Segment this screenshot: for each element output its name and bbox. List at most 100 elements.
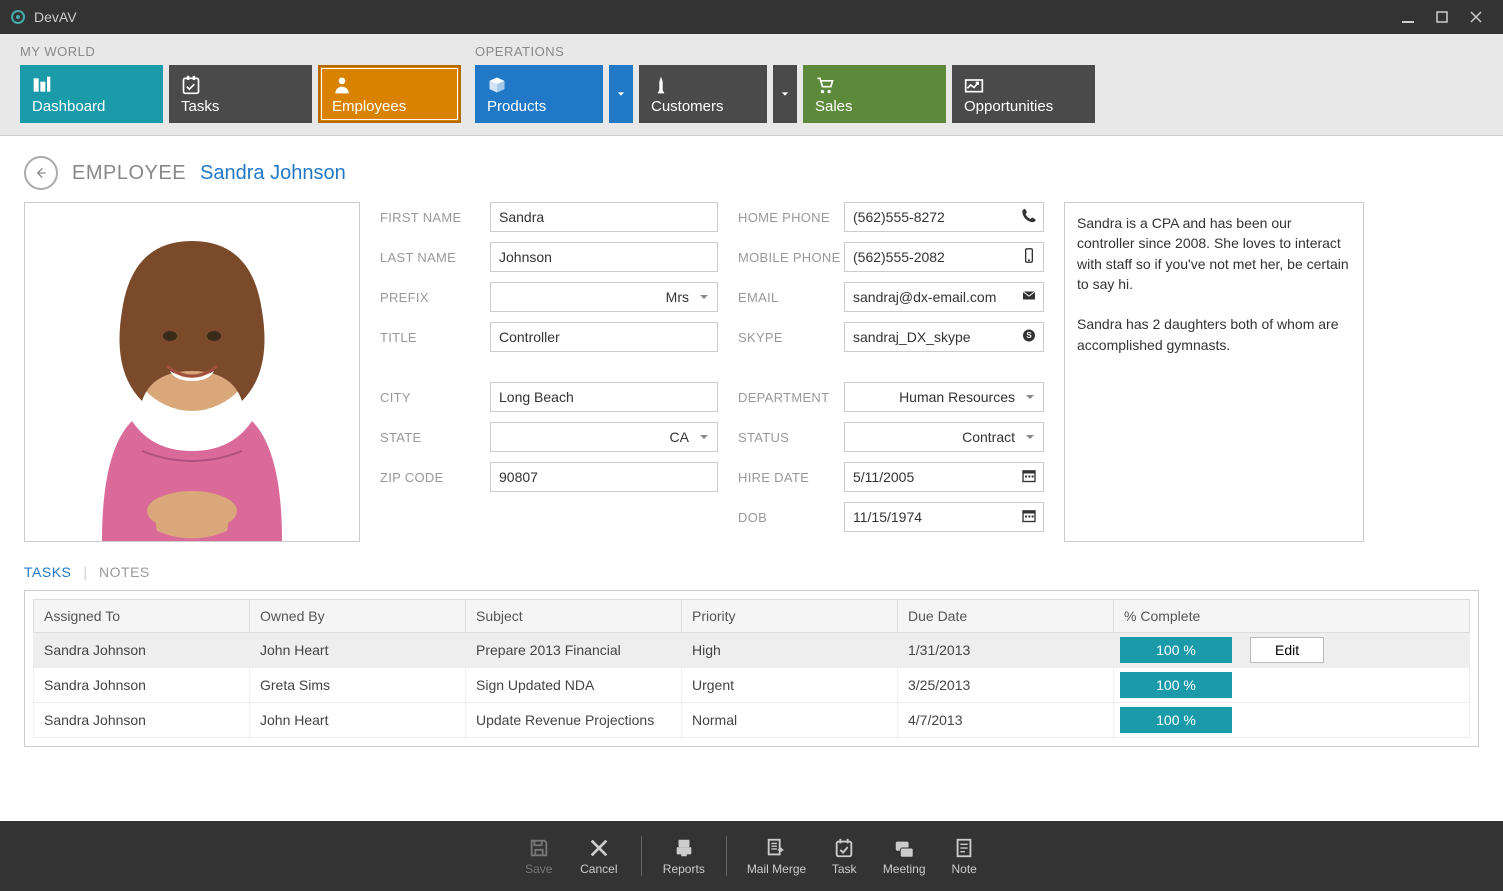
pct-badge: 100 % — [1120, 672, 1232, 698]
city-input[interactable]: Long Beach — [490, 382, 718, 412]
employee-notes-box[interactable]: Sandra is a CPA and has been our control… — [1064, 202, 1364, 542]
form-column-2: HOME PHONE(562)555-8272 MOBILE PHONE(562… — [738, 202, 1044, 542]
cell-priority: Normal — [682, 703, 898, 738]
form-column-1: FIRST NAMESandra LAST NAMEJohnson PREFIX… — [380, 202, 718, 542]
app-logo-icon — [10, 9, 26, 25]
status-select[interactable]: Contract — [844, 422, 1044, 452]
last-name-label: LAST NAME — [380, 250, 490, 265]
tab-notes[interactable]: NOTES — [99, 564, 150, 580]
content-area: EMPLOYEE Sandra Johnson FIRST NAMESandra… — [0, 136, 1503, 821]
city-label: CITY — [380, 390, 490, 405]
maximize-button[interactable] — [1425, 0, 1459, 34]
task-label: Task — [832, 862, 857, 876]
chevron-down-icon — [1025, 429, 1035, 445]
prefix-label: PREFIX — [380, 290, 490, 305]
back-button[interactable] — [24, 156, 58, 190]
ribbon-group-operations-label: OPERATIONS — [475, 44, 1483, 59]
table-row[interactable]: Sandra Johnson John Heart Update Revenue… — [34, 703, 1470, 738]
tab-separator: | — [83, 564, 87, 580]
calendar-icon — [1021, 508, 1037, 527]
cell-owned: John Heart — [250, 703, 466, 738]
home-phone-label: HOME PHONE — [738, 210, 844, 225]
tile-employees[interactable]: Employees — [318, 65, 461, 123]
tile-customers[interactable]: Customers — [639, 65, 767, 123]
sales-icon — [815, 74, 934, 96]
phone-icon — [1021, 208, 1037, 227]
title-label: TITLE — [380, 330, 490, 345]
note-label: Note — [951, 862, 976, 876]
col-assigned[interactable]: Assigned To — [34, 600, 250, 633]
note-button[interactable]: Note — [942, 837, 986, 876]
tile-products-label: Products — [487, 98, 591, 115]
svg-text:S: S — [1026, 331, 1032, 340]
first-name-input[interactable]: Sandra — [490, 202, 718, 232]
hire-date-input[interactable]: 5/11/2005 — [844, 462, 1044, 492]
cell-owned: Greta Sims — [250, 668, 466, 703]
title-input[interactable]: Controller — [490, 322, 718, 352]
tile-products-dropdown[interactable] — [609, 65, 633, 123]
cancel-button[interactable]: Cancel — [577, 837, 621, 876]
app-title: DevAV — [34, 9, 77, 25]
customers-icon — [651, 74, 755, 96]
tile-tasks-label: Tasks — [181, 98, 300, 115]
email-input[interactable]: sandraj@dx-email.com — [844, 282, 1044, 312]
reports-label: Reports — [663, 862, 705, 876]
tile-customers-label: Customers — [651, 98, 755, 115]
last-name-input[interactable]: Johnson — [490, 242, 718, 272]
hire-date-label: HIRE DATE — [738, 470, 844, 485]
notes-paragraph-1: Sandra is a CPA and has been our control… — [1077, 213, 1351, 294]
skype-input[interactable]: sandraj_DX_skypeS — [844, 322, 1044, 352]
tile-dashboard[interactable]: Dashboard — [20, 65, 163, 123]
reports-button[interactable]: Reports — [662, 837, 706, 876]
meeting-button[interactable]: Meeting — [882, 837, 926, 876]
col-pct[interactable]: % Complete — [1114, 600, 1470, 633]
col-priority[interactable]: Priority — [682, 600, 898, 633]
titlebar: DevAV — [0, 0, 1503, 34]
dob-input[interactable]: 11/15/1974 — [844, 502, 1044, 532]
save-label: Save — [525, 862, 552, 876]
minimize-button[interactable] — [1391, 0, 1425, 34]
table-header-row: Assigned To Owned By Subject Priority Du… — [34, 600, 1470, 633]
dashboard-icon — [32, 74, 151, 96]
tile-employees-label: Employees — [332, 98, 447, 115]
tile-sales[interactable]: Sales — [803, 65, 946, 123]
col-due[interactable]: Due Date — [898, 600, 1114, 633]
tile-customers-dropdown[interactable] — [773, 65, 797, 123]
mailmerge-button[interactable]: Mail Merge — [747, 837, 806, 876]
table-row[interactable]: Sandra Johnson Greta Sims Sign Updated N… — [34, 668, 1470, 703]
cancel-label: Cancel — [580, 862, 617, 876]
dob-label: DOB — [738, 510, 844, 525]
mobile-phone-input[interactable]: (562)555-2082 — [844, 242, 1044, 272]
pct-badge: 100 % — [1120, 707, 1232, 733]
home-phone-input[interactable]: (562)555-8272 — [844, 202, 1044, 232]
cell-priority: High — [682, 633, 898, 668]
chevron-down-icon — [1025, 389, 1035, 405]
tile-opportunities[interactable]: Opportunities — [952, 65, 1095, 123]
page-title: EMPLOYEE — [72, 162, 186, 185]
task-button[interactable]: Task — [822, 837, 866, 876]
close-button[interactable] — [1459, 0, 1493, 34]
department-select[interactable]: Human Resources — [844, 382, 1044, 412]
page-subtitle: Sandra Johnson — [200, 162, 346, 185]
cell-assigned: Sandra Johnson — [34, 668, 250, 703]
first-name-label: FIRST NAME — [380, 210, 490, 225]
prefix-select[interactable]: Mrs — [490, 282, 718, 312]
zip-input[interactable]: 90807 — [490, 462, 718, 492]
edit-button[interactable]: Edit — [1250, 637, 1324, 663]
ribbon-group-myworld-label: MY WORLD — [20, 44, 475, 59]
col-owned[interactable]: Owned By — [250, 600, 466, 633]
tab-tasks[interactable]: TASKS — [24, 564, 71, 580]
tile-products[interactable]: Products — [475, 65, 603, 123]
notes-paragraph-2: Sandra has 2 daughters both of whom are … — [1077, 314, 1351, 355]
mailmerge-label: Mail Merge — [747, 862, 806, 876]
tasks-grid: Assigned To Owned By Subject Priority Du… — [24, 590, 1479, 747]
table-row[interactable]: Sandra Johnson John Heart Prepare 2013 F… — [34, 633, 1470, 668]
cell-subject: Sign Updated NDA — [466, 668, 682, 703]
col-subject[interactable]: Subject — [466, 600, 682, 633]
state-select[interactable]: CA — [490, 422, 718, 452]
products-icon — [487, 74, 591, 96]
tile-tasks[interactable]: Tasks — [169, 65, 312, 123]
cell-assigned: Sandra Johnson — [34, 703, 250, 738]
tile-dashboard-label: Dashboard — [32, 98, 151, 115]
save-button[interactable]: Save — [517, 837, 561, 876]
